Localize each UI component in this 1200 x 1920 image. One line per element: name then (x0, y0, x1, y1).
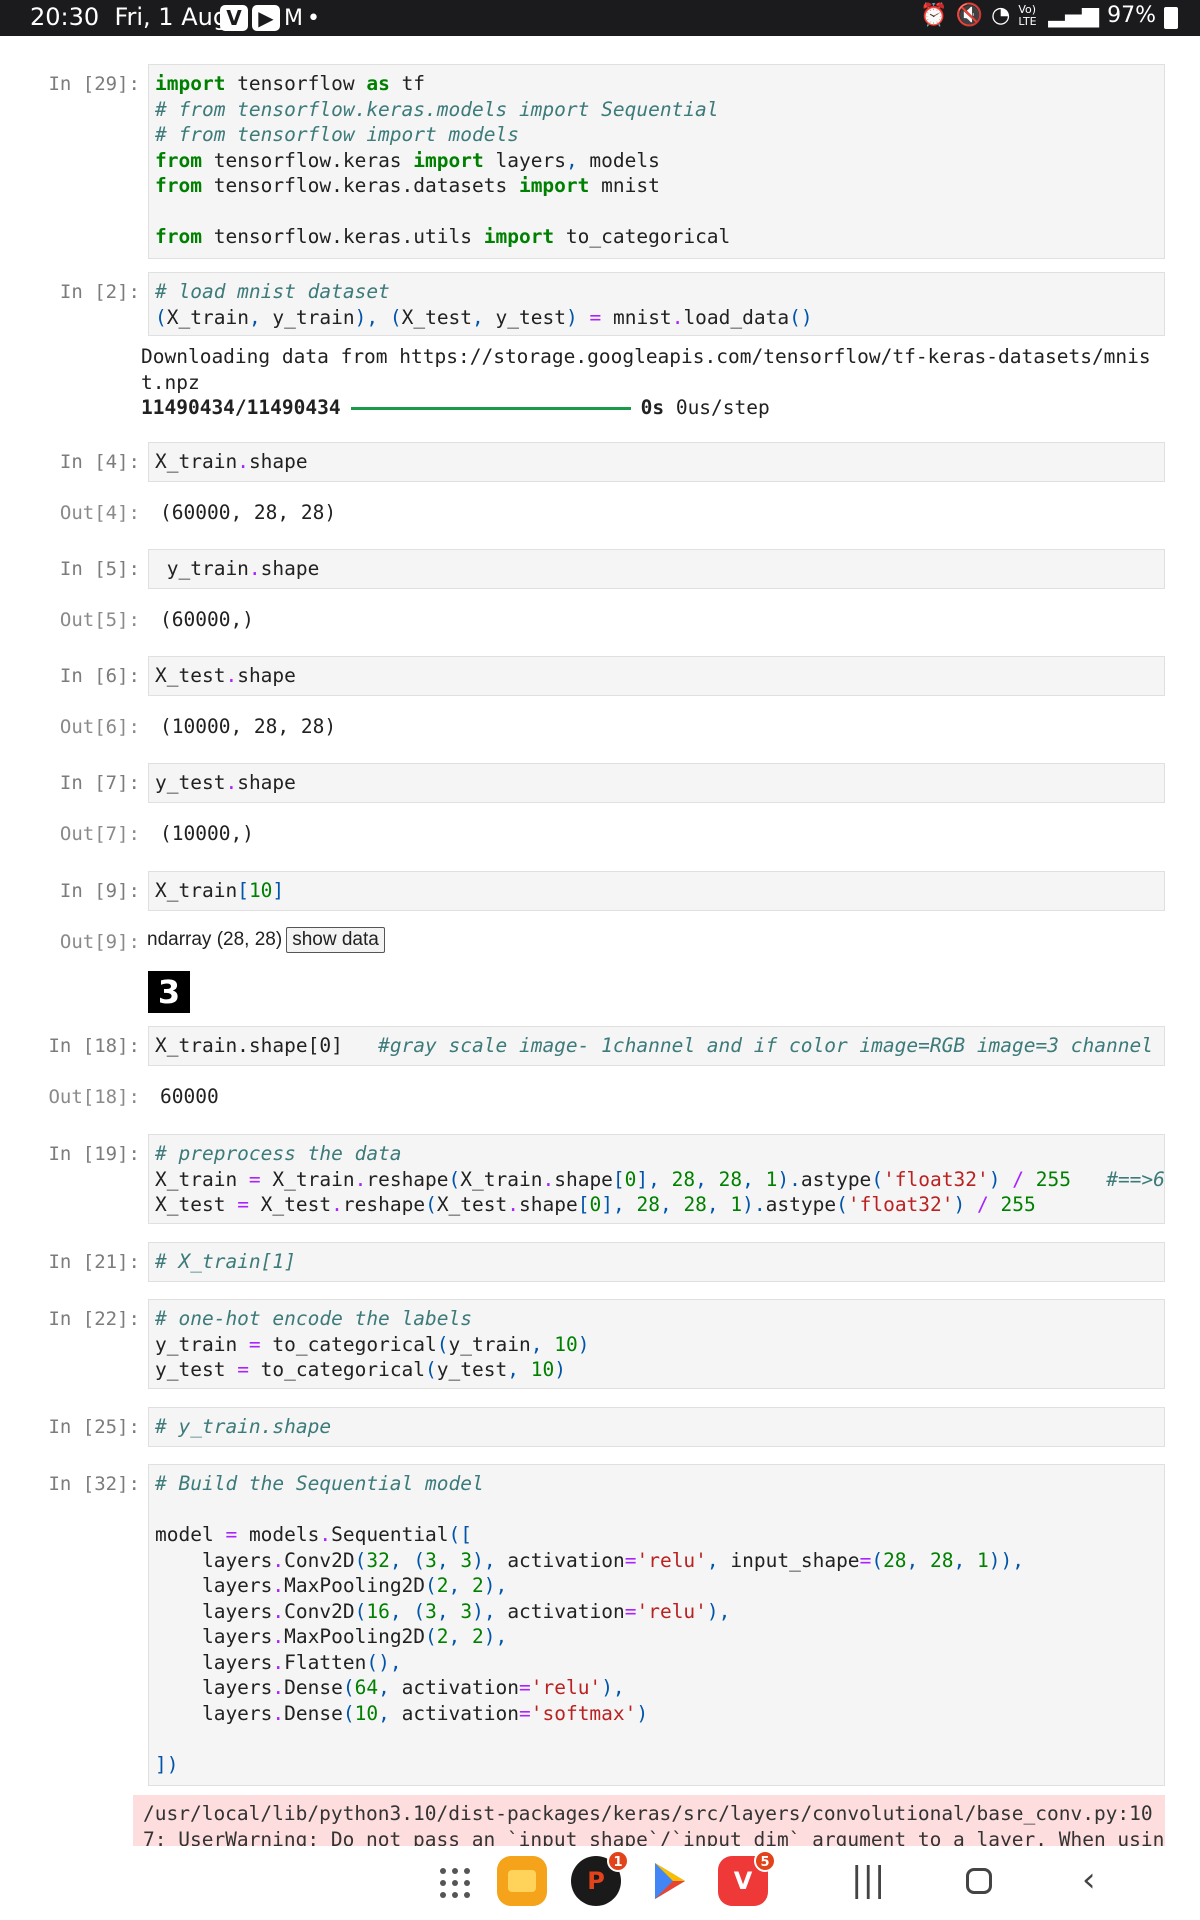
input-prompt: In [9]: (59, 880, 140, 902)
vivaldi-icon[interactable]: V 5 (718, 1850, 776, 1906)
battery-icon (1164, 6, 1178, 29)
input-prompt: In [2]: (59, 281, 140, 303)
output-prompt: Out[6]: (59, 716, 140, 738)
output-prompt: Out[18]: (48, 1086, 140, 1108)
cell-output: 60000 (160, 1085, 219, 1108)
mnist-digit-image: 3 (148, 971, 190, 1013)
input-prompt: In [21]: (48, 1251, 140, 1273)
input-prompt: In [4]: (59, 451, 140, 473)
code-editor[interactable]: y_train.shape (148, 549, 1165, 589)
more-notifications-icon: • (306, 5, 320, 31)
vivaldi-notification-icon: V (220, 5, 248, 31)
status-time: 20:30 Fri, 1 Aug (30, 3, 229, 31)
app-drawer-icon[interactable] (440, 1868, 470, 1898)
download-output: Downloading data from https://storage.go… (141, 345, 1151, 419)
code-editor[interactable]: # load mnist dataset (X_train, y_train),… (148, 272, 1165, 336)
back-icon[interactable]: ‹ (1082, 1860, 1096, 1900)
input-prompt: In [22]: (48, 1308, 140, 1330)
show-data-button[interactable]: show data (286, 927, 385, 953)
code-editor[interactable]: X_test.shape (148, 656, 1165, 696)
podcast-app-icon[interactable]: P 1 (571, 1850, 629, 1906)
code-editor[interactable]: import tensorflow as tf # from tensorflo… (148, 64, 1165, 259)
battery-percent: 97% (1107, 3, 1156, 28)
code-editor[interactable]: # one-hot encode the labels y_train = to… (148, 1299, 1165, 1389)
notification-icons: V ▶ M • (220, 5, 320, 31)
input-prompt: In [19]: (48, 1143, 140, 1165)
output-prompt: Out[7]: (59, 823, 140, 845)
code-editor[interactable]: # y_train.shape (148, 1407, 1165, 1447)
code-editor[interactable]: # X_train[1] (148, 1242, 1165, 1282)
gmail-notification-icon: M (284, 5, 303, 31)
code-editor[interactable]: X_train[10] (148, 871, 1165, 911)
alarm-icon: ⏰ (920, 3, 948, 28)
output-prompt: Out[9]: (59, 931, 140, 953)
network-type-label: Vo) LTE (1018, 2, 1037, 28)
code-editor[interactable]: X_train.shape[0] #gray scale image- 1cha… (148, 1026, 1165, 1066)
wifi-icon: ◔ (991, 3, 1011, 28)
cell-output: (60000, 28, 28) (160, 501, 337, 524)
status-bar: 20:30 Fri, 1 Aug V ▶ M • ⏰ 🔇 ◔ Vo) LTE ▂… (0, 0, 1200, 36)
signal-icon: ▂▄▆ (1048, 3, 1100, 28)
code-editor[interactable]: y_test.shape (148, 763, 1165, 803)
code-editor[interactable]: # Build the Sequential model model = mod… (148, 1464, 1165, 1786)
cell-output: (10000, 28, 28) (160, 715, 337, 738)
warning-output: /usr/local/lib/python3.10/dist-packages/… (133, 1795, 1165, 1846)
output-prompt: Out[4]: (59, 502, 140, 524)
code-editor[interactable]: # preprocess the data X_train = X_train.… (148, 1134, 1165, 1224)
cell-output: (60000,) (160, 608, 254, 631)
input-prompt: In [6]: (59, 665, 140, 687)
input-prompt: In [18]: (48, 1035, 140, 1057)
navigation-bar: P 1 V 5 ||| ‹ (0, 1846, 1200, 1920)
code-editor[interactable]: X_train.shape (148, 442, 1165, 482)
files-icon[interactable] (497, 1856, 547, 1906)
input-prompt: In [7]: (59, 772, 140, 794)
youtube-notification-icon: ▶ (252, 5, 280, 31)
output-prompt: Out[5]: (59, 609, 140, 631)
status-right: ⏰ 🔇 ◔ Vo) LTE ▂▄▆ 97% (920, 2, 1178, 29)
input-prompt: In [29]: (48, 73, 140, 95)
cell-output: (10000,) (160, 822, 254, 845)
play-store-icon[interactable] (644, 1856, 694, 1906)
notification-badge: 5 (754, 1850, 776, 1872)
notification-badge: 1 (607, 1850, 629, 1872)
recents-icon[interactable]: ||| (851, 1860, 885, 1900)
input-prompt: In [25]: (48, 1416, 140, 1438)
download-progress-bar (350, 407, 631, 410)
ndarray-output: ndarray (28, 28) show data (147, 927, 385, 953)
mute-icon: 🔇 (955, 3, 984, 28)
input-prompt: In [5]: (59, 558, 140, 580)
input-prompt: In [32]: (48, 1473, 140, 1495)
home-icon[interactable] (966, 1868, 992, 1894)
notebook[interactable]: In [29]: import tensorflow as tf # from … (0, 36, 1200, 1846)
